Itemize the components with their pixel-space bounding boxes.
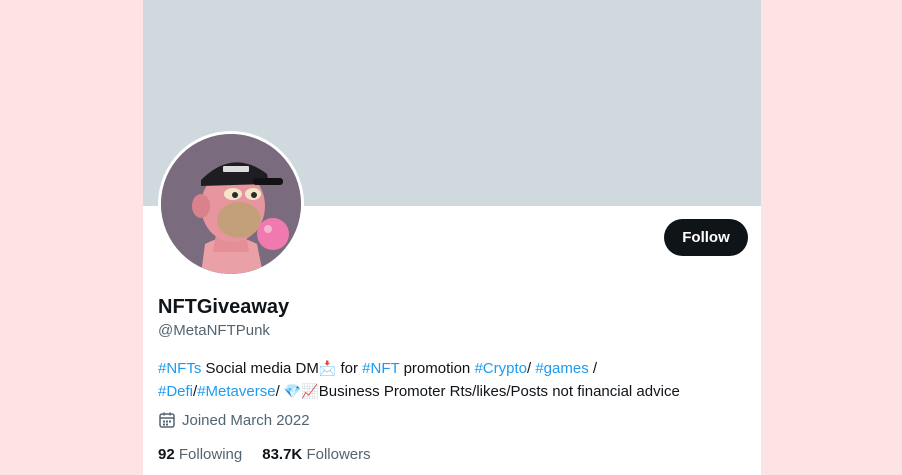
bio-text: promotion: [399, 360, 475, 377]
hashtag-metaverse[interactable]: #Metaverse: [197, 383, 275, 400]
hashtag-nft[interactable]: #NFT: [362, 360, 399, 377]
following-link[interactable]: 92 Following: [158, 446, 242, 463]
avatar-frame[interactable]: [158, 131, 304, 277]
hashtag-crypto[interactable]: #Crypto: [474, 360, 527, 377]
inbox-tray-icon: 📩: [318, 360, 337, 376]
profile-card: Follow NFTGiveaway @MetaNFTPunk #NFTs So…: [143, 0, 761, 475]
bio-text: for: [336, 360, 363, 377]
followers-label: Followers: [306, 446, 371, 463]
bio-text: Social media DM: [201, 360, 319, 377]
profile-handle: @MetaNFTPunk: [158, 322, 270, 339]
profile-stats: 92 Following 83.7K Followers: [158, 446, 371, 463]
display-name: NFTGiveaway: [158, 296, 290, 318]
follow-button[interactable]: Follow: [664, 219, 748, 256]
hashtag-games[interactable]: #games: [535, 360, 588, 377]
avatar[interactable]: [161, 134, 301, 274]
hashtag-defi[interactable]: #Defi: [158, 383, 193, 400]
followers-link[interactable]: 83.7K Followers: [262, 446, 370, 463]
joined-label: Joined March 2022: [182, 411, 310, 429]
gem-icon: 💎: [283, 383, 302, 399]
bio-text: /: [275, 383, 284, 400]
followers-count: 83.7K: [262, 446, 303, 463]
calendar-icon: [159, 412, 175, 428]
chart-increasing-icon: 📈: [301, 383, 319, 399]
bio-text: /: [588, 360, 598, 377]
following-count: 92: [158, 446, 175, 463]
joined-date: Joined March 2022: [158, 411, 310, 429]
bio-text: Business Promoter Rts/likes/Posts not fi…: [318, 383, 680, 400]
profile-bio: #NFTs Social media DM📩 for #NFT promotio…: [158, 357, 748, 403]
hashtag-nfts[interactable]: #NFTs: [158, 360, 201, 377]
following-label: Following: [178, 446, 243, 463]
